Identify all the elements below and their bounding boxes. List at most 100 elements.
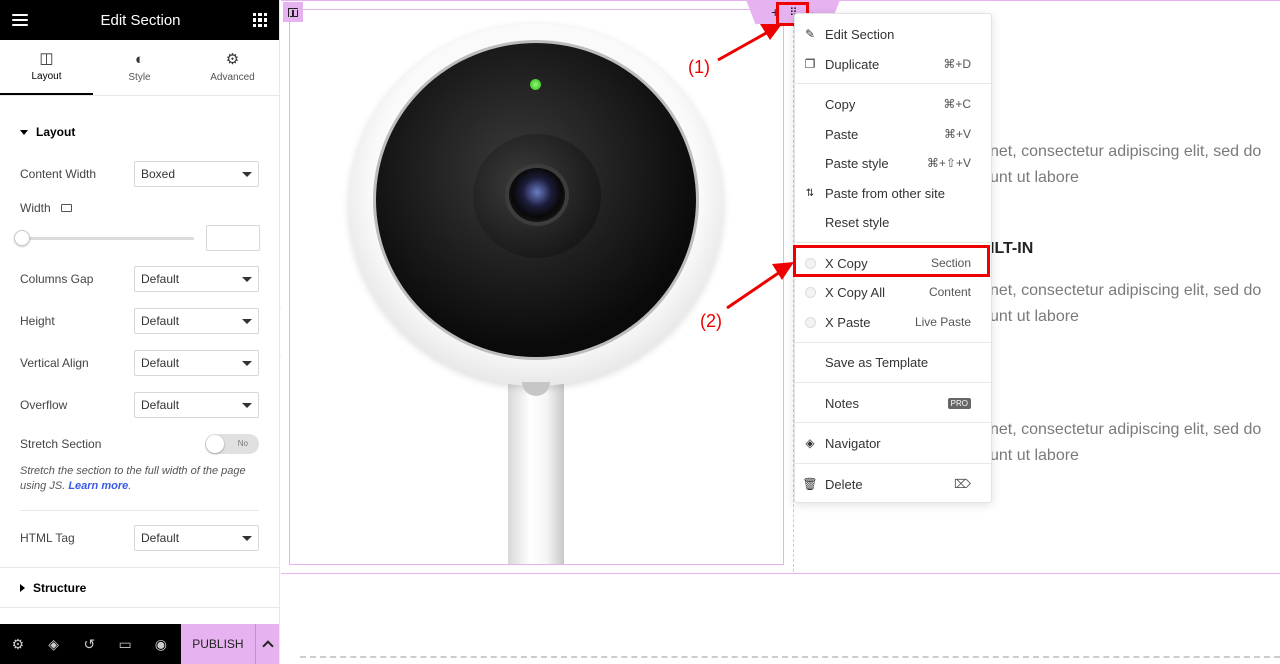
columns-gap-select[interactable]: Default [134, 266, 259, 292]
vertical-align-label: Vertical Align [20, 356, 89, 370]
settings-icon[interactable]: ⚙ [0, 624, 36, 664]
publish-button[interactable]: PUBLISH [180, 624, 256, 664]
chevron-down-icon [242, 402, 252, 408]
menu-item-notes[interactable]: Notes PRO [795, 390, 991, 416]
menu-shortcut: ⌘+V [943, 127, 971, 141]
annotation-2: (2) [700, 311, 722, 331]
menu-item-duplicate[interactable]: ❐ Duplicate ⌘+D [795, 51, 991, 77]
menu-item-edit-section[interactable]: ✎ Edit Section [795, 21, 991, 47]
content-width-value: Boxed [141, 167, 176, 181]
menu-label: Paste [825, 126, 859, 142]
layers-icon: ◈ [805, 436, 815, 450]
width-label: Width [20, 201, 51, 215]
menu-label: Save as Template [825, 354, 929, 370]
menu-label: X Paste [825, 314, 871, 330]
vertical-align-select[interactable]: Default [134, 350, 259, 376]
chevron-down-icon [242, 171, 252, 177]
stretch-hint-text: Stretch the section to the full width of… [20, 465, 246, 492]
height-value: Default [141, 314, 180, 328]
overflow-select[interactable]: Default [134, 392, 259, 418]
body-text-1a: net, consectetur adipiscing elit, sed do [990, 143, 1262, 160]
chevron-down-icon [242, 535, 252, 541]
menu-divider [795, 422, 991, 423]
body-text-3b: unt ut labore [990, 447, 1079, 464]
menu-item-x-paste[interactable]: X Paste Live Paste [795, 309, 991, 335]
menu-label: Notes [825, 395, 859, 411]
columns-gap-control: Columns Gap Default [20, 266, 259, 292]
caret-down-icon [20, 129, 28, 135]
menu-label: Paste from other site [825, 185, 945, 201]
html-tag-select[interactable]: Default [134, 525, 259, 551]
history-icon[interactable]: ↺ [71, 624, 107, 664]
trash-icon: 🗑 [802, 477, 818, 491]
width-input[interactable] [206, 225, 260, 251]
tab-advanced[interactable]: ⚙ Advanced [186, 40, 279, 95]
desktop-icon[interactable] [60, 204, 72, 212]
menu-divider [795, 242, 991, 243]
width-slider[interactable] [14, 230, 194, 246]
menu-item-paste[interactable]: Paste ⌘+V [795, 121, 991, 147]
content-width-select[interactable]: Boxed [134, 161, 259, 187]
chevron-down-icon [242, 318, 252, 324]
menu-label: Paste style [825, 155, 889, 171]
body-text-3a: net, consectetur adipiscing elit, sed do [990, 421, 1262, 438]
tab-style[interactable]: ◐ Style [93, 40, 186, 95]
panel-title: Edit Section [100, 11, 181, 29]
menu-divider [795, 382, 991, 383]
overflow-label: Overflow [20, 398, 68, 412]
menu-label: Delete [825, 476, 863, 492]
body-text-1b: unt ut labore [990, 169, 1079, 186]
camera-led [530, 79, 541, 90]
menu-label: X Copy All [825, 284, 885, 300]
stretch-section-control: Stretch Section No [20, 434, 259, 454]
menu-shortcut: ⌘+⇧+V [926, 156, 971, 170]
divider [0, 607, 279, 608]
stretch-section-toggle[interactable]: No [205, 434, 259, 454]
html-tag-label: HTML Tag [20, 531, 75, 545]
stretch-hint: Stretch the section to the full width of… [20, 465, 246, 492]
layout-section-toggle[interactable]: Layout [0, 124, 95, 140]
tab-layout-label: Layout [31, 71, 62, 82]
learn-more-link[interactable]: Learn more [68, 480, 128, 492]
tab-layout[interactable]: ◫ Layout [0, 40, 93, 95]
height-select[interactable]: Default [134, 308, 259, 334]
overflow-value: Default [141, 398, 180, 412]
menu-item-copy[interactable]: Copy ⌘+C [795, 91, 991, 117]
menu-item-delete[interactable]: 🗑 Delete ⌦ [795, 471, 991, 497]
menu-item-save-as-template[interactable]: Save as Template [795, 349, 991, 375]
xcopy-icon [804, 316, 816, 328]
menu-divider [795, 463, 991, 464]
slider-handle[interactable] [14, 230, 30, 246]
menu-shortcut: Content [928, 285, 971, 299]
gear-icon: ⚙ [225, 51, 240, 68]
content-width-control: Content Width Boxed [20, 161, 259, 187]
xcopy-icon [804, 286, 816, 298]
menu-label: Navigator [825, 435, 881, 451]
hamburger-icon[interactable] [12, 14, 28, 26]
divider [0, 567, 279, 568]
grid-icon[interactable] [252, 13, 267, 27]
menu-item-reset-style[interactable]: Reset style [795, 209, 991, 235]
menu-item-paste-style[interactable]: Paste style ⌘+⇧+V [795, 150, 991, 176]
menu-item-paste-from-other-site[interactable]: ⇅ Paste from other site [795, 180, 991, 206]
menu-shortcut: ⌦ [954, 477, 971, 491]
menu-item-navigator[interactable]: ◈ Navigator [795, 430, 991, 456]
structure-section-toggle[interactable]: Structure [0, 580, 106, 596]
responsive-icon[interactable]: ▭ [107, 624, 143, 664]
publish-options-button[interactable] [255, 624, 279, 664]
camera-lens [505, 164, 569, 226]
menu-shortcut: ⌘+C [943, 97, 971, 111]
layers-icon[interactable]: ◈ [36, 624, 72, 664]
html-tag-value: Default [141, 531, 180, 545]
menu-shortcut: ⌘+D [943, 57, 971, 71]
chevron-down-icon [242, 276, 252, 282]
divider [20, 510, 259, 511]
menu-label: Reset style [825, 214, 890, 230]
body-text-2b: unt ut labore [990, 308, 1079, 325]
menu-item-x-copy-all[interactable]: X Copy All Content [795, 279, 991, 305]
menu-label: Duplicate [825, 56, 880, 72]
tab-advanced-label: Advanced [210, 72, 255, 83]
sort-arrows-icon: ⇅ [805, 187, 815, 199]
preview-eye-icon[interactable]: ◉ [143, 624, 179, 664]
add-section-area[interactable] [300, 656, 1280, 658]
